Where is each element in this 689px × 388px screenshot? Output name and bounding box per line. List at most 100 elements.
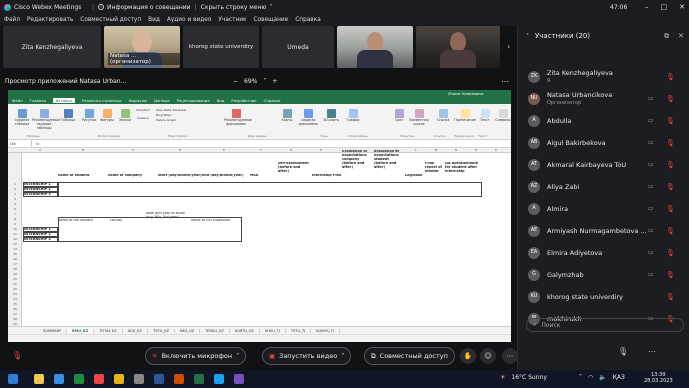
weather-label[interactable]: 16°C Sunny <box>511 374 547 381</box>
taskbar-app-icon[interactable] <box>194 374 204 384</box>
tab-formulas[interactable]: Формулы <box>128 98 147 103</box>
header-mou[interactable]: MoU <box>250 174 262 178</box>
mute-all-icon[interactable]: 🎙 <box>618 347 628 356</box>
reactions-button[interactable]: ☺ <box>480 348 496 364</box>
mic-muted-icon[interactable]: 🎙 <box>666 271 675 279</box>
internship-row-label[interactable]: INTERNSHIP 3 <box>23 237 58 242</box>
participant-row[interactable]: AB Aigul Bakirbekova ▭ 🎙 <box>518 134 689 151</box>
row-header[interactable]: 19 <box>8 272 22 276</box>
zoom-level[interactable]: 69% <box>244 78 257 85</box>
slicer-button[interactable]: Срез <box>388 109 410 123</box>
tab-file[interactable]: Файл <box>12 98 23 103</box>
participant-row[interactable]: G Galymzhab ▭ 🎙 <box>518 266 689 283</box>
menu-meeting[interactable]: Совещание <box>254 17 289 23</box>
row-header[interactable]: 24 <box>8 297 22 301</box>
row-header[interactable]: 8 <box>8 217 22 221</box>
row-header[interactable]: 7 <box>8 212 22 216</box>
language-indicator[interactable]: ҚАЗ <box>613 374 625 381</box>
tab-developer[interactable]: Разработчик <box>231 98 256 103</box>
start-video-button[interactable]: ▣ Запустить видео ˅ <box>262 347 352 365</box>
row-header[interactable]: 3 <box>8 192 22 196</box>
sheet-tab[interactable]: TSTU_TJ <box>286 328 312 333</box>
taskbar-app-icon[interactable] <box>234 374 244 384</box>
screenshot-button[interactable]: Снимок <box>132 116 154 121</box>
video-tile[interactable] <box>337 26 413 68</box>
close-window-button[interactable]: ✕ <box>679 3 685 11</box>
sheet-tab[interactable]: NKS_UZ <box>175 328 201 333</box>
header-name-of-student[interactable]: name of student <box>58 174 108 178</box>
header-qa[interactable]: QA questionnaire for student after inter… <box>445 162 481 174</box>
row-header[interactable]: 26 <box>8 307 22 311</box>
row-header[interactable]: 4 <box>8 197 22 201</box>
row-header[interactable]: 25 <box>8 302 22 306</box>
windows-start-icon[interactable] <box>8 374 18 384</box>
chevron-down-icon[interactable]: ˅ <box>263 78 266 85</box>
taskbar-clock[interactable]: 13:39 28.03.2023 <box>644 372 673 384</box>
more-options-icon[interactable]: ⋯ <box>501 77 509 86</box>
unmute-button[interactable]: ✕ Включить микрофон ˅ <box>145 347 247 365</box>
sheet-tab[interactable]: TERSU_UZ <box>200 328 230 333</box>
zoom-in-button[interactable]: + <box>272 78 277 85</box>
video-tile[interactable]: Umeda <box>262 26 334 68</box>
header-logbook[interactable]: Log/book <box>405 174 423 178</box>
tab-help[interactable]: Справка <box>264 98 281 103</box>
maximize-button[interactable]: □ <box>661 3 668 11</box>
taskbar-app-icon[interactable] <box>54 374 64 384</box>
popout-icon[interactable]: ⧉ <box>664 32 669 41</box>
taskbar-app-icon[interactable] <box>214 374 224 384</box>
wifi-icon[interactable]: ◠ <box>588 374 593 381</box>
participant-row[interactable]: ZK Zita Kenzhegaliyeva Я 🎙 <box>518 68 689 85</box>
header-final-report[interactable]: Final report of mentor <box>425 162 443 174</box>
timeline-button[interactable]: Временная шкала <box>408 109 430 127</box>
symbols-button[interactable]: Символы <box>492 109 511 123</box>
recommended-charts-button[interactable]: Рекомендуемые диаграммы <box>224 109 252 127</box>
search-input[interactable]: ⌕ Поиск <box>526 318 684 332</box>
column-header[interactable]: N <box>446 148 466 152</box>
row-header[interactable]: 14 <box>8 247 22 251</box>
row-header[interactable]: 27 <box>8 312 22 316</box>
mic-muted-icon[interactable]: 🎙 <box>666 161 675 169</box>
column-header[interactable]: C <box>108 148 158 152</box>
3d-map-button[interactable]: 3D-карта <box>320 109 342 123</box>
row-header[interactable]: 28 <box>8 317 22 321</box>
volume-icon[interactable]: 🔈 <box>599 374 606 381</box>
column-header[interactable]: B <box>58 148 108 152</box>
menu-file[interactable]: Файл <box>4 17 20 23</box>
tab-insert[interactable]: Вставка <box>52 98 75 103</box>
taskbar-app-icon[interactable] <box>114 374 124 384</box>
column-header[interactable]: D <box>158 148 202 152</box>
internship-row-label[interactable]: INTERNSHIP 3 <box>23 192 58 197</box>
participant-row[interactable]: A Almira ▭ 🎙 <box>518 200 689 217</box>
header-eval-company[interactable]: Evaluation of expectations company (befo… <box>342 150 372 170</box>
header-eval-student[interactable]: Evaluation of expectations student (befo… <box>374 150 404 170</box>
menu-view[interactable]: Вид <box>148 17 160 23</box>
participant-row[interactable]: NU Natasa Urbancikova Организатор ▭ 🎙 <box>518 90 689 107</box>
pivot-chart-button[interactable]: Сводная диаграмма <box>296 109 320 127</box>
sheet-tab[interactable]: KUEMS_TJ <box>311 328 340 333</box>
sparkline-line-button[interactable]: График <box>342 109 364 123</box>
row-header[interactable]: 11 <box>8 232 22 236</box>
column-header[interactable]: O <box>466 148 486 152</box>
row-header[interactable]: 23 <box>8 292 22 296</box>
taskbar-app-icon[interactable] <box>94 374 104 384</box>
row-header[interactable]: 9 <box>8 222 22 226</box>
mic-muted-icon[interactable]: 🎙 <box>666 293 675 301</box>
tab-page-layout[interactable]: Разметка страницы <box>82 98 121 103</box>
share-button[interactable]: ⧉ Совместный доступ <box>364 347 455 365</box>
row-header[interactable]: 20 <box>8 277 22 281</box>
sheet-tab[interactable]: AGRTU_UZ <box>230 328 260 333</box>
taskbar-app-icon[interactable] <box>154 374 164 384</box>
mic-muted-icon[interactable]: 🎙 <box>666 183 675 191</box>
tab-home[interactable]: Главная <box>30 98 46 103</box>
link-button[interactable]: Ссылка <box>432 109 454 123</box>
next-page-icon[interactable]: › <box>507 42 510 51</box>
taskbar-app-icon[interactable] <box>174 374 184 384</box>
more-button[interactable]: ⋯ <box>502 348 518 364</box>
menu-help[interactable]: Справка <box>295 17 321 23</box>
header-start[interactable]: start (day/month/year) <box>158 174 202 178</box>
tray-chevron-icon[interactable]: ˄ <box>579 374 582 381</box>
row-header[interactable]: 10 <box>8 227 22 231</box>
pivot-table-button[interactable]: Сводная таблица <box>11 109 33 127</box>
column-header[interactable]: L <box>406 148 426 152</box>
participant-row[interactable]: EA Elmira Adiyetova ▭ 🎙 <box>518 244 689 261</box>
